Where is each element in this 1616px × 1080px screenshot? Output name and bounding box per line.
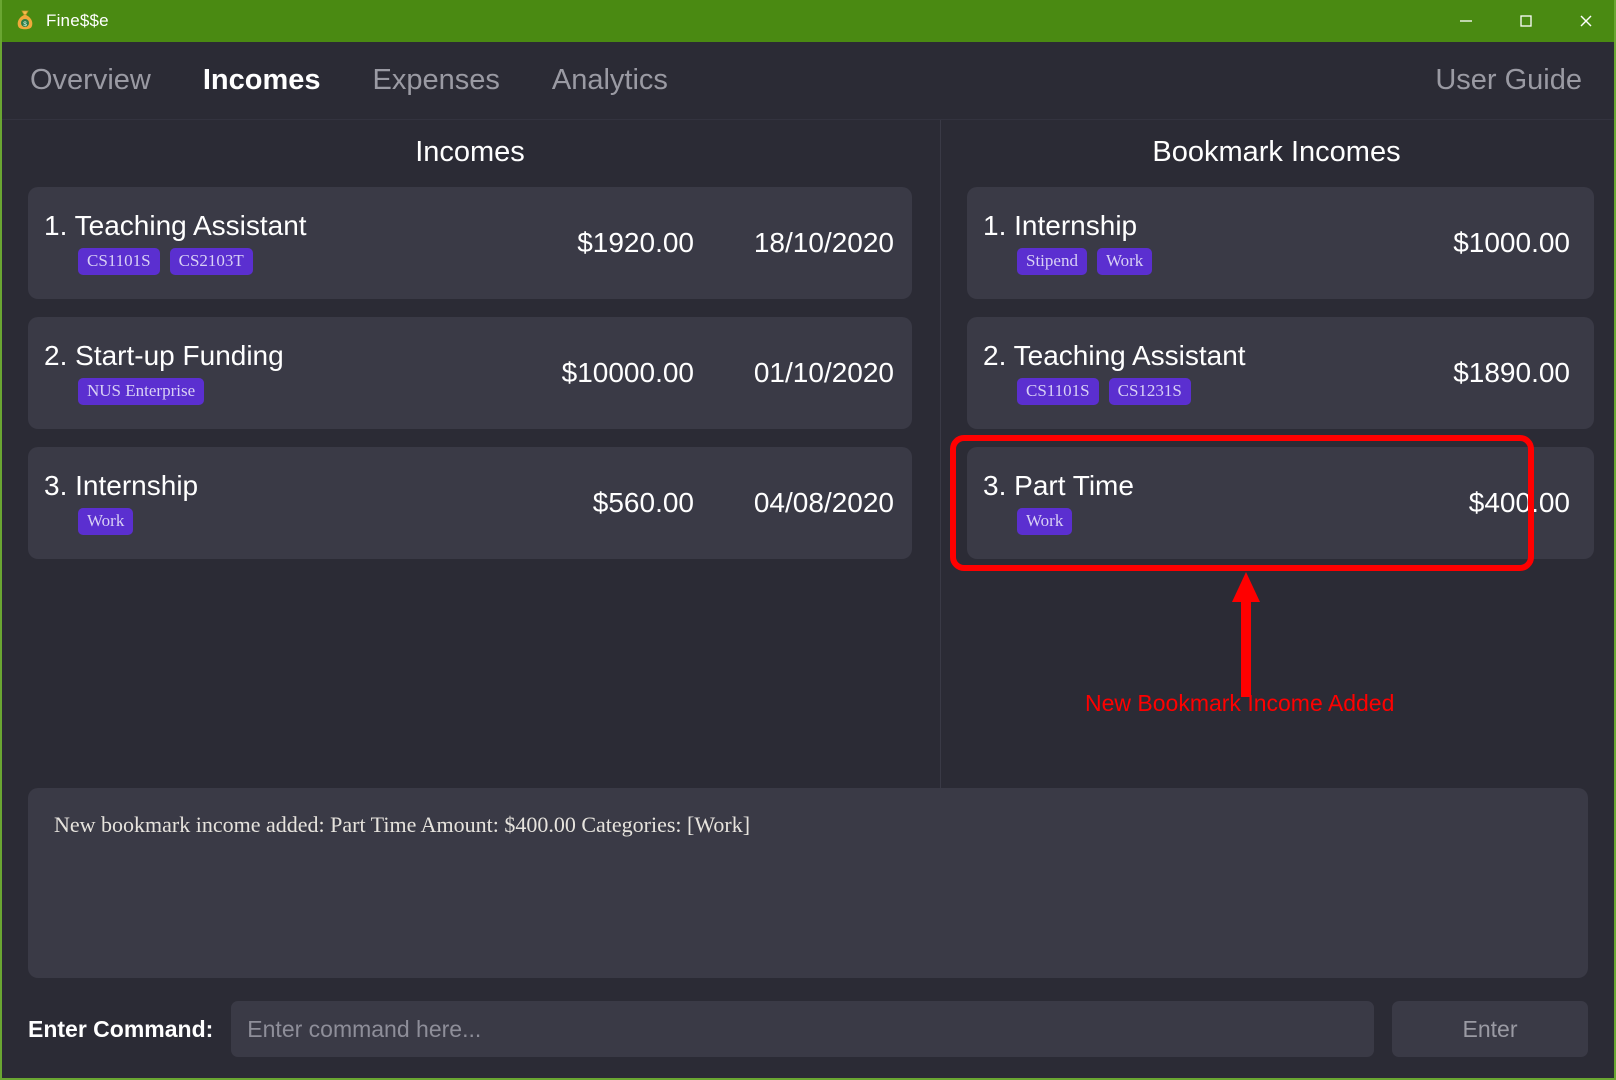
maximize-button[interactable] xyxy=(1496,0,1556,42)
bookmark-entry-3-part-time[interactable]: 3. Part Time Work $400.00 xyxy=(967,447,1594,559)
incomes-panel: Incomes 1. Teaching Assistant CS1101S CS… xyxy=(0,120,940,788)
tag: Work xyxy=(78,508,134,535)
income-entry-2-tags: NUS Enterprise xyxy=(78,378,464,405)
income-entry-1-amount: $1920.00 xyxy=(577,227,694,258)
bookmark-entry-1-main: 1. Internship Stipend Work xyxy=(983,211,1346,275)
income-entry-3-main: 3. Internship Work xyxy=(44,471,464,535)
bookmark-entry-1-title: 1. Internship xyxy=(983,211,1346,240)
income-entry-1-name: Teaching Assistant xyxy=(74,210,307,242)
bookmark-entry-2-title: 2. Teaching Assistant xyxy=(983,341,1346,370)
income-entry-2-title: 2. Start-up Funding xyxy=(44,341,464,370)
income-entry-3-title: 3. Internship xyxy=(44,471,464,500)
income-entry-3-date: 04/08/2020 xyxy=(753,487,894,518)
tab-overview[interactable]: Overview xyxy=(26,62,155,99)
app-window: $ Fine$$e Overview Incomes Expenses Anal… xyxy=(0,0,1616,1080)
svg-text:$: $ xyxy=(23,21,27,28)
bookmark-entry-1-index: 1. xyxy=(983,210,1007,242)
bookmark-entry-3-main: 3. Part Time Work xyxy=(983,471,1346,535)
user-guide-link[interactable]: User Guide xyxy=(1435,64,1590,97)
tag: Work xyxy=(1096,248,1153,275)
bookmark-incomes-panel: Bookmark Incomes 1. Internship Stipend W… xyxy=(940,120,1616,788)
tag: CS1231S xyxy=(1108,378,1191,405)
income-entry-2-amount: $10000.00 xyxy=(561,357,694,388)
enter-button[interactable]: Enter xyxy=(1392,1001,1588,1057)
tag: NUS Enterprise xyxy=(78,378,205,405)
bookmark-entry-1-amount: $1000.00 xyxy=(1453,227,1570,258)
bookmark-entry-1[interactable]: 1. Internship Stipend Work $1000.00 xyxy=(967,187,1594,299)
money-bag-icon: $ xyxy=(14,10,36,32)
income-entry-2-name: Start-up Funding xyxy=(75,340,284,372)
bookmark-entry-2-amount: $1890.00 xyxy=(1453,357,1570,388)
bookmark-entry-3-title: 3. Part Time xyxy=(983,471,1346,500)
bookmark-entry-3-tags: Work xyxy=(1017,508,1346,535)
close-button[interactable] xyxy=(1556,0,1616,42)
command-label: Enter Command: xyxy=(28,1015,214,1042)
income-entry-2-date: 01/10/2020 xyxy=(753,357,894,388)
income-entry-1-date: 18/10/2020 xyxy=(753,227,894,258)
bookmark-entry-3-amount: $400.00 xyxy=(1468,487,1570,518)
income-entry-3-index: 3. xyxy=(44,470,68,502)
window-controls xyxy=(1436,0,1616,42)
bookmark-entry-2-index: 2. xyxy=(983,340,1007,372)
minimize-button[interactable] xyxy=(1436,0,1496,42)
title-bar: $ Fine$$e xyxy=(0,0,1616,42)
incomes-list: 1. Teaching Assistant CS1101S CS2103T $1… xyxy=(0,187,940,559)
bookmark-entry-1-name: Internship xyxy=(1014,210,1138,242)
income-entry-3-amount: $560.00 xyxy=(592,487,694,518)
income-entry-1-title: 1. Teaching Assistant xyxy=(44,211,464,240)
command-bar: Enter Command: Enter xyxy=(0,978,1616,1080)
window-title: Fine$$e xyxy=(46,11,109,30)
command-input[interactable] xyxy=(231,1001,1374,1057)
income-entry-1-index: 1. xyxy=(44,210,68,242)
incomes-panel-title: Incomes xyxy=(415,136,525,168)
bookmark-entry-2-name: Teaching Assistant xyxy=(1013,340,1246,372)
bookmark-entry-3-name: Part Time xyxy=(1014,470,1134,502)
income-entry-1-main: 1. Teaching Assistant CS1101S CS2103T xyxy=(44,211,464,275)
tag: Work xyxy=(1017,508,1073,535)
bookmark-incomes-list: 1. Internship Stipend Work $1000.00 2. T… xyxy=(941,187,1616,559)
status-log-panel: New bookmark income added: Part Time Amo… xyxy=(28,788,1588,978)
tag: CS2103T xyxy=(169,248,253,275)
tag: CS1101S xyxy=(78,248,160,275)
status-log-line: New bookmark income added: Part Time Amo… xyxy=(54,812,751,837)
tab-analytics[interactable]: Analytics xyxy=(548,62,672,99)
bookmark-entry-3-index: 3. xyxy=(983,470,1007,502)
income-entry-2-main: 2. Start-up Funding NUS Enterprise xyxy=(44,341,464,405)
nav-bar: Overview Incomes Expenses Analytics User… xyxy=(0,42,1616,120)
bookmark-incomes-panel-title: Bookmark Incomes xyxy=(1152,136,1401,168)
income-entry-2[interactable]: 2. Start-up Funding NUS Enterprise $1000… xyxy=(28,317,912,429)
bookmark-entry-2-main: 2. Teaching Assistant CS1101S CS1231S xyxy=(983,341,1346,405)
income-entry-2-index: 2. xyxy=(44,340,68,372)
tab-incomes[interactable]: Incomes xyxy=(199,62,325,99)
tag: CS1101S xyxy=(1017,378,1099,405)
bookmark-entry-1-tags: Stipend Work xyxy=(1017,248,1346,275)
main-content: Incomes 1. Teaching Assistant CS1101S CS… xyxy=(0,120,1616,788)
income-entry-1-tags: CS1101S CS2103T xyxy=(78,248,464,275)
income-entry-3-tags: Work xyxy=(78,508,464,535)
income-entry-3-name: Internship xyxy=(75,470,199,502)
income-entry-1[interactable]: 1. Teaching Assistant CS1101S CS2103T $1… xyxy=(28,187,912,299)
tag: Stipend xyxy=(1017,248,1087,275)
bookmark-entry-2-tags: CS1101S CS1231S xyxy=(1017,378,1346,405)
bookmark-entry-2[interactable]: 2. Teaching Assistant CS1101S CS1231S $1… xyxy=(967,317,1594,429)
tab-expenses[interactable]: Expenses xyxy=(369,62,504,99)
income-entry-3[interactable]: 3. Internship Work $560.00 04/08/2020 xyxy=(28,447,912,559)
